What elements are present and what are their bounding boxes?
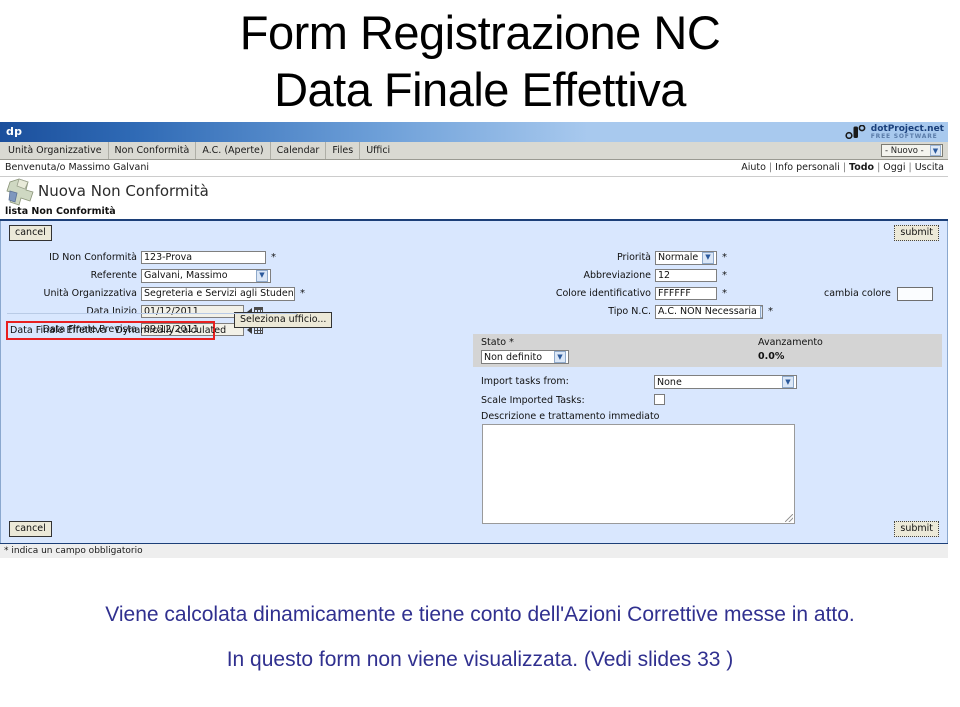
chevron-down-icon: ▼ [759, 305, 762, 318]
select-stato-value: Non definito [484, 351, 543, 363]
required-marker-colore: * [722, 288, 727, 299]
required-marker-abbreviazione: * [722, 270, 727, 281]
main-menu: Unità Organizzative Non Conformità A.C. … [2, 142, 396, 159]
submit-button-bottom[interactable]: submit [894, 521, 939, 537]
input-data-inizio[interactable]: 01/12/2011 [141, 305, 244, 318]
label-data-finale-effettiva: Data Finale Effettiva [10, 325, 107, 336]
brand-subtitle: FREE SOFTWARE [870, 132, 938, 140]
label-referente: Referente [90, 270, 137, 281]
input-abbreviazione[interactable]: 12 [655, 269, 717, 282]
screenshot-bottom-edge [0, 558, 948, 560]
data-finale-effettiva-row: Data Finale Effettiva Dynamically calcul… [10, 325, 226, 336]
menu-item-calendar[interactable]: Calendar [271, 142, 327, 159]
menu-item-unita-organizzative[interactable]: Unità Organizzative [2, 142, 109, 159]
label-priorita: Priorità [616, 252, 651, 263]
label-cambia-colore: cambia colore [824, 288, 891, 299]
value-data-finale-effettiva: Dynamically calculated [115, 325, 227, 336]
status-panel: Stato * Avanzamento Non definito ▼ 0.0% [473, 334, 942, 367]
slide-title-line1: Form Registrazione NC [239, 6, 721, 59]
dotproject-logo-icon [845, 125, 866, 139]
app-logo-text: dp [6, 125, 23, 138]
select-tipo-nc[interactable]: A.C. NON Necessaria ▼ [655, 304, 763, 319]
menu-item-files[interactable]: Files [326, 142, 361, 159]
link-separator-1: | [768, 162, 773, 173]
select-priorita[interactable]: Normale ▼ [655, 250, 717, 265]
dotproject-brand: dotProject.net FREE SOFTWARE [845, 122, 944, 142]
link-separator-2: | [842, 162, 847, 173]
select-import-tasks-value: None [657, 376, 682, 388]
input-colore-identificativo[interactable]: FFFFFF [655, 287, 717, 300]
breadcrumb: lista Non Conformità [5, 206, 116, 217]
left-column-divider [7, 313, 297, 314]
page-title: Nuova Non Conformità [38, 182, 209, 200]
menu-item-ac-aperte[interactable]: A.C. (Aperte) [196, 142, 271, 159]
label-unita-organizzativa: Unità Organizzativa [43, 288, 137, 299]
label-scale-imported-tasks: Scale Imported Tasks: [481, 395, 585, 406]
slide-title-line2: Data Finale Effettiva [274, 63, 686, 116]
label-colore-identificativo: Colore identificativo [555, 288, 651, 299]
select-import-tasks[interactable]: None ▼ [654, 375, 797, 389]
required-marker-tipo-nc: * [768, 306, 773, 317]
resize-grip-icon[interactable] [785, 514, 793, 522]
chevron-down-icon: ▼ [256, 269, 268, 282]
select-referente-value: Galvani, Massimo [144, 270, 228, 281]
select-priorita-value: Normale [658, 252, 699, 263]
chevron-down-icon: ▼ [930, 145, 941, 156]
select-unita-organizzativa[interactable]: Segreteria e Servizi agli Studenti ▼ [141, 286, 295, 301]
required-marker-priorita: * [722, 252, 727, 263]
cancel-button-bottom[interactable]: cancel [9, 521, 52, 537]
select-unita-organizzativa-value: Segreteria e Servizi agli Studenti [144, 288, 295, 299]
welcome-bar: Benvenuta/o Massimo Galvani Aiuto | Info… [0, 160, 948, 177]
app-header-bar: dp dotProject.net FREE SOFTWARE [0, 122, 948, 142]
required-field-note: * indica un campo obbligatorio [4, 546, 143, 556]
textarea-descrizione[interactable] [482, 424, 795, 524]
select-stato[interactable]: Non definito ▼ [481, 350, 569, 364]
menu-item-non-conformita[interactable]: Non Conformità [109, 142, 197, 159]
page-header: Nuova Non Conformità [0, 177, 948, 209]
user-links: Aiuto | Info personali | Todo | Oggi | U… [741, 162, 944, 173]
select-tipo-nc-value: A.C. NON Necessaria [658, 306, 757, 317]
input-id-non-conformita[interactable]: 123-Prova [141, 251, 266, 264]
caption-line2: In questo form non viene visualizzata. (… [226, 648, 734, 671]
link-aiuto[interactable]: Aiuto [741, 162, 766, 173]
required-marker-unita: * [300, 288, 305, 299]
link-separator-3: | [877, 162, 881, 173]
label-data-inizio: Data Inizio [86, 306, 137, 317]
link-info-personali[interactable]: Info personali [775, 162, 840, 173]
menu-item-uffici[interactable]: Uffici [360, 142, 396, 159]
label-import-tasks: Import tasks from: [481, 376, 569, 387]
main-menu-bar: Unità Organizzative Non Conformità A.C. … [0, 142, 948, 160]
link-todo[interactable]: Todo [849, 162, 874, 173]
slide-caption: Viene calcolata dinamicamente e tiene co… [0, 592, 960, 682]
submit-button-top[interactable]: submit [894, 225, 939, 241]
select-referente[interactable]: Galvani, Massimo ▼ [141, 268, 271, 283]
link-uscita[interactable]: Uscita [915, 162, 944, 173]
link-oggi[interactable]: Oggi [883, 162, 905, 173]
new-item-dropdown-value: - Nuovo - [885, 145, 924, 156]
new-item-dropdown[interactable]: - Nuovo - ▼ [881, 144, 943, 157]
welcome-text: Benvenuta/o Massimo Galvani [5, 162, 150, 173]
cancel-button-top[interactable]: cancel [9, 225, 52, 241]
chevron-down-icon: ▼ [702, 251, 714, 264]
form-body: cancel submit ID Non Conformità 123-Prov… [0, 221, 948, 543]
label-tipo-nc: Tipo N.C. [608, 306, 651, 317]
chevron-down-icon: ▼ [782, 376, 794, 388]
label-id-non-conformita: ID Non Conformità [49, 252, 137, 263]
value-avanzamento: 0.0% [758, 351, 785, 362]
label-abbreviazione: Abbreviazione [583, 270, 652, 281]
checkbox-scale-imported-tasks[interactable] [654, 394, 665, 405]
caption-line1: Viene calcolata dinamicamente e tiene co… [105, 603, 855, 626]
color-swatch-button[interactable] [896, 286, 933, 301]
seleziona-ufficio-button[interactable]: Seleziona ufficio... [234, 312, 333, 328]
link-separator-4: | [908, 162, 912, 173]
puzzle-piece-icon [6, 178, 34, 206]
label-avanzamento: Avanzamento [758, 337, 823, 348]
chevron-down-icon: ▼ [554, 351, 566, 363]
label-descrizione: Descrizione e trattamento immediato [481, 411, 660, 422]
application-screenshot: dp dotProject.net FREE SOFTWARE Unità Or… [0, 122, 948, 574]
slide-title: Form Registrazione NC Data Finale Effett… [0, 0, 960, 122]
label-stato: Stato * [481, 337, 514, 348]
form-footer: * indica un campo obbligatorio [0, 543, 948, 558]
required-marker-id: * [271, 252, 276, 263]
